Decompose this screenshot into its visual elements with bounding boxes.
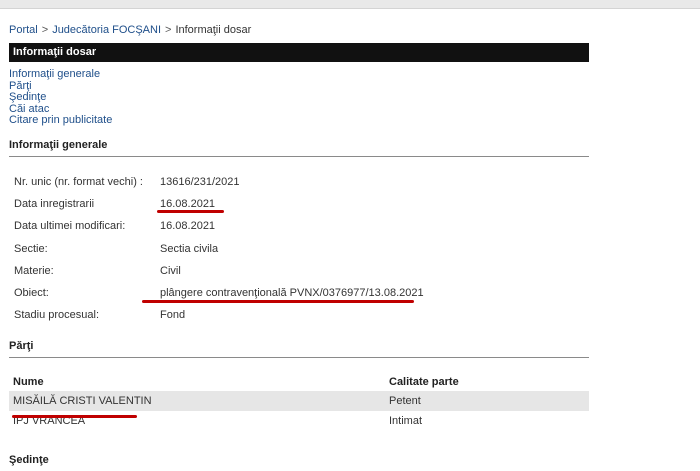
column-header-calitate-parte: Calitate parte: [389, 376, 459, 388]
info-label: Sectie:: [14, 243, 48, 255]
info-value: 16.08.2021: [160, 220, 216, 232]
breadcrumb-current: Informaţii dosar: [175, 24, 252, 36]
nav-link-informatii-generale[interactable]: Informaţii generale: [9, 68, 112, 81]
breadcrumb-separator: >: [165, 24, 172, 36]
browser-top-strip: [0, 0, 700, 9]
parti-heading: Părţi: [9, 340, 589, 358]
table-row: MISĂILĂ CRISTI VALENTIN Petent: [9, 391, 589, 411]
nav-link-sedinte[interactable]: Şedinţe: [9, 91, 112, 104]
breadcrumb-portal-link[interactable]: Portal: [9, 24, 38, 36]
general-info-heading: Informaţii generale: [9, 139, 589, 157]
red-underline-annotation: [157, 210, 224, 213]
info-value: Civil: [160, 265, 181, 277]
table-header-row: Nume Calitate parte: [9, 373, 589, 391]
section-nav: Informaţii generale Părţi Şedinţe Căi at…: [9, 68, 112, 127]
info-value: plângere contravenţională PVNX/0376977/1…: [160, 287, 424, 299]
party-name: IPJ VRANCEA: [13, 415, 86, 427]
nav-link-citare-publicitate[interactable]: Citare prin publicitate: [9, 114, 112, 127]
table-row: IPJ VRANCEA Intimat: [9, 411, 589, 431]
info-label: Materie:: [14, 265, 54, 277]
red-underline-annotation: [12, 415, 137, 418]
info-label: Obiect:: [14, 287, 49, 299]
party-role: Petent: [385, 391, 589, 411]
sedinte-heading: Şedinţe: [9, 454, 589, 471]
party-role: Intimat: [389, 415, 423, 427]
page-title: Informaţii dosar: [9, 43, 589, 62]
red-underline-annotation: [142, 300, 414, 303]
info-value: Sectia civila: [160, 243, 219, 255]
breadcrumb-separator: >: [41, 24, 49, 36]
breadcrumb: Portal > Judecătoria FOCŞANI > Informaţii do…: [9, 24, 251, 36]
info-label: Data ultimei modificari:: [14, 220, 126, 232]
party-name: MISĂILĂ CRISTI VALENTIN: [9, 391, 385, 411]
info-label: Nr. unic (nr. format vechi) :: [14, 176, 143, 188]
info-value: 16.08.2021: [160, 198, 216, 210]
column-header-nume: Nume: [13, 376, 44, 388]
parti-table: Nume Calitate parte MISĂILĂ CRISTI VALEN…: [9, 373, 589, 431]
info-value: Fond: [160, 309, 186, 321]
breadcrumb-court-link[interactable]: Judecătoria FOCŞANI: [52, 24, 161, 36]
info-label: Data inregistrarii: [14, 198, 95, 210]
info-label: Stadiu procesual:: [14, 309, 99, 321]
info-value: 13616/231/2021: [160, 176, 240, 188]
